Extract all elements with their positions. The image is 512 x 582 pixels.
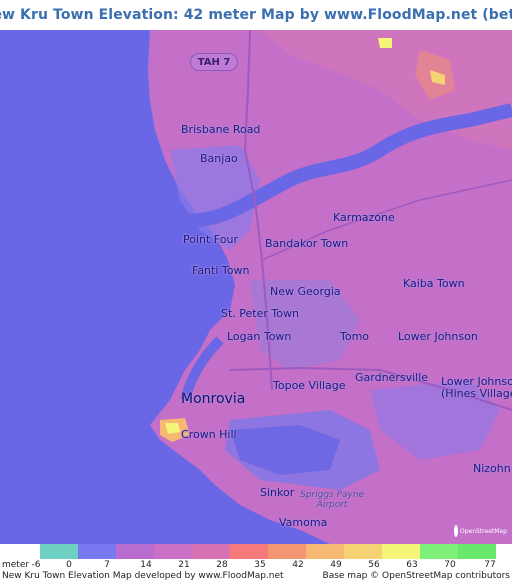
legend-tick: 77	[484, 560, 496, 570]
place-topoe-village: Topoe Village	[273, 379, 346, 392]
place-crown-hill: Crown Hill	[181, 428, 237, 441]
legend-tick: 21	[178, 560, 190, 570]
legend-tick: 63	[406, 560, 418, 570]
elevation-map[interactable]: TAH 7 Brisbane Road Banjao Karmazone Poi…	[0, 30, 512, 544]
legend-tick: 28	[216, 560, 228, 570]
osm-logo-text: OpenStreetMap	[460, 527, 507, 535]
legend-tick: 49	[330, 560, 342, 570]
place-lower-johnson: Lower Johnson	[398, 330, 478, 343]
place-new-georgia: New Georgia	[270, 285, 341, 298]
place-vamoma: Vamoma	[279, 516, 328, 529]
place-gardnersville: Gardnersville	[355, 371, 429, 384]
place-karmazone: Karmazone	[333, 211, 395, 224]
road-shield-tah7: TAH 7	[190, 53, 238, 71]
openstreetmap-logo[interactable]: OpenStreetMap	[454, 522, 507, 540]
legend-tick: 14	[140, 560, 152, 570]
place-monrovia: Monrovia	[181, 391, 246, 407]
place-tomo: Tomo	[340, 330, 370, 343]
legend-swatch	[268, 544, 306, 559]
legend-tick: 35	[254, 560, 266, 570]
footer-credit-osm: Base map © OpenStreetMap contributors	[322, 571, 510, 581]
legend-swatch	[458, 544, 496, 559]
place-fanti-town: Fanti Town	[192, 264, 250, 277]
legend-swatch	[420, 544, 458, 559]
legend-swatch	[192, 544, 230, 559]
legend-tick: 56	[368, 560, 380, 570]
legend-tick: 7	[104, 560, 110, 570]
legend-swatch	[230, 544, 268, 559]
legend-swatch	[382, 544, 420, 559]
legend-tick: -6	[31, 560, 41, 570]
place-st-peter-town: St. Peter Town	[221, 307, 299, 320]
legend-tick: 0	[66, 560, 72, 570]
place-bandakor-town: Bandakor Town	[265, 237, 349, 250]
place-sinkor: Sinkor	[260, 486, 295, 499]
page-title: New Kru Town Elevation: 42 meter Map by …	[0, 7, 512, 23]
place-banjao: Banjao	[200, 152, 238, 165]
place-spriggs-payne: Spriggs Payne Airport	[300, 490, 365, 510]
place-point-four: Point Four	[183, 233, 238, 246]
legend-swatch	[116, 544, 154, 559]
footer-credit-floodmap: New Kru Town Elevation Map developed by …	[2, 571, 284, 581]
map-header: New Kru Town Elevation: 42 meter Map by …	[0, 0, 512, 30]
magnifier-icon	[454, 525, 458, 537]
legend-tick: 70	[444, 560, 456, 570]
place-lower-johnson-hines: Lower Johnson (Hines Village)	[441, 375, 512, 400]
place-brisbane-road: Brisbane Road	[181, 123, 261, 136]
elevation-legend: meter -6 0 7 14 21 28 35 42 49 56 63 70 …	[0, 544, 512, 582]
legend-swatch	[344, 544, 382, 559]
hill-patch-2	[378, 38, 392, 48]
legend-swatch	[78, 544, 116, 559]
legend-swatch	[40, 544, 78, 559]
legend-swatch	[154, 544, 192, 559]
place-kaiba-town: Kaiba Town	[403, 277, 465, 290]
place-nizohn: Nizohn	[473, 462, 511, 475]
legend-tick: 42	[292, 560, 304, 570]
place-logan-town: Logan Town	[227, 330, 292, 343]
legend-swatches	[40, 544, 496, 559]
legend-swatch	[306, 544, 344, 559]
legend-unit: meter	[2, 560, 30, 570]
